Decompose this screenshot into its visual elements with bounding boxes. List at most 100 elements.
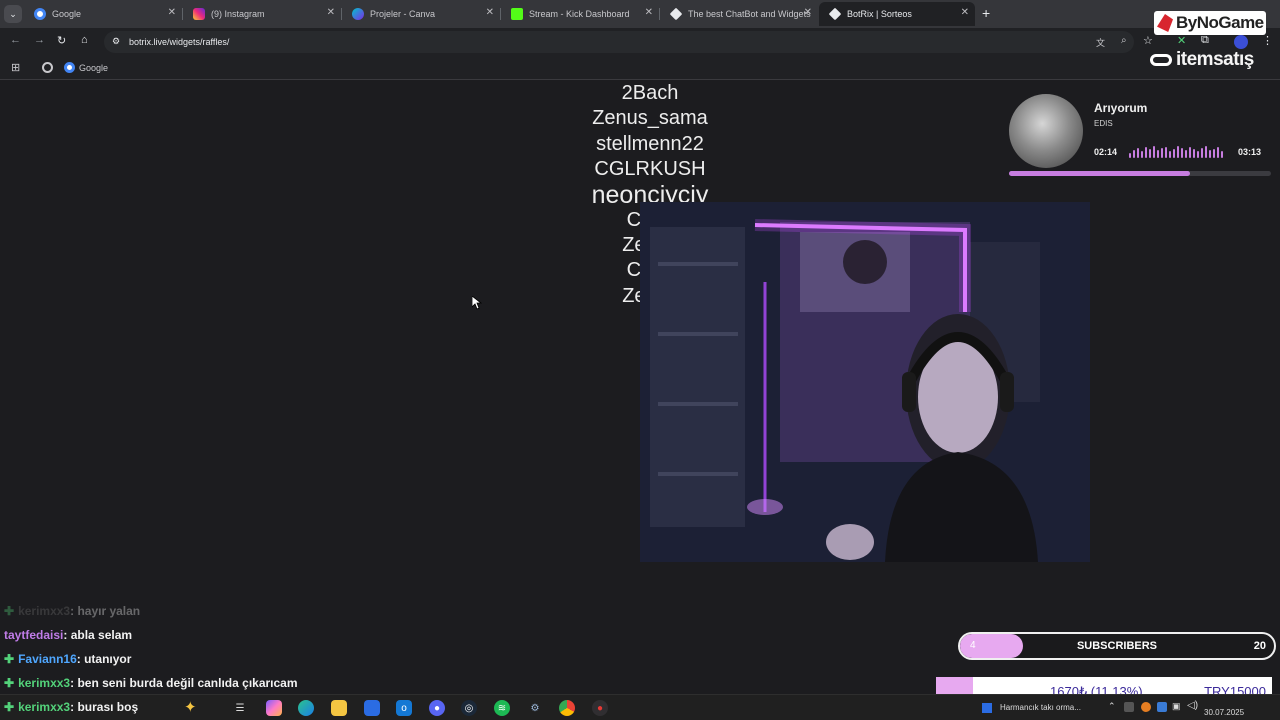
site-info-icon[interactable]: ⚙ <box>112 36 120 47</box>
song-artist: EDIS <box>1094 119 1113 128</box>
tab-title: BotRix | Sorteos <box>847 9 912 19</box>
tab-google[interactable]: Google ✕ <box>24 2 182 26</box>
bookmark-google[interactable]: Google <box>64 62 108 73</box>
tab-title: (9) Instagram <box>211 9 265 19</box>
settings-gear-icon[interactable]: ⚙ <box>527 700 543 716</box>
kick-icon <box>511 8 523 20</box>
extensions-puzzle-icon[interactable]: ⧉ <box>1201 34 1209 47</box>
waveform-bar <box>1129 153 1131 158</box>
chat-text: : ben seni burda değil canlıda çıkarıcam <box>70 676 298 690</box>
webcam-feed <box>640 202 1090 562</box>
sponsor-itemsatis-logo: itemsatış <box>1150 48 1276 72</box>
home-icon[interactable]: ⌂ <box>81 34 88 46</box>
spotify-icon[interactable]: ≋ <box>494 700 510 716</box>
waveform-bar <box>1149 149 1151 158</box>
discord-icon[interactable]: ● <box>429 700 445 716</box>
close-icon[interactable]: ✕ <box>645 7 653 18</box>
subscriber-badge-icon: ✚ <box>4 652 15 666</box>
chat-username: kerimxx3 <box>18 604 71 618</box>
extension-icon[interactable]: ✕ <box>1177 34 1186 47</box>
sponsor-bynogame-logo: ByNoGame <box>1154 11 1266 35</box>
profile-avatar[interactable] <box>1234 35 1248 49</box>
close-icon[interactable]: ✕ <box>804 7 812 18</box>
waveform-bar <box>1217 147 1219 158</box>
chat-message: ✚ Faviann16: utanıyor <box>4 652 131 666</box>
chat-message: taytfedaisi: abla selam <box>4 628 132 642</box>
address-bar[interactable]: ⚙ botrix.live/widgets/raffles/ 文 ⌕ <box>104 31 1134 53</box>
tab-kick-dashboard[interactable]: Stream - Kick Dashboard ✕ <box>501 2 659 26</box>
menu-icon[interactable]: ⋮ <box>1262 34 1273 47</box>
forward-icon[interactable]: → <box>34 34 45 46</box>
chat-message: ✚ kerimxx3: hayır yalan <box>4 604 140 618</box>
close-icon[interactable]: ✕ <box>961 7 969 18</box>
tab-botrix-sorteos[interactable]: BotRix | Sorteos ✕ <box>819 2 975 26</box>
apps-grid-icon[interactable]: ⊞ <box>11 61 20 74</box>
tab-title: The best ChatBot and Widgets <box>688 9 811 19</box>
tab-canva[interactable]: Projeler - Canva ✕ <box>342 2 500 26</box>
botrix-icon <box>669 7 683 21</box>
tray-app-icon[interactable] <box>1141 702 1151 712</box>
waveform-bar <box>1141 151 1143 158</box>
song-title: Arıyorum <box>1094 101 1148 115</box>
windows-taskbar: ✦ ☰ o ● ◎ ≋ ⚙ ● Harmancık takı orma... ⌃… <box>0 694 1280 720</box>
waveform-bar <box>1181 148 1183 158</box>
chat-username: kerimxx3 <box>18 700 71 714</box>
song-progress-track <box>1009 171 1271 176</box>
bookmark-star-icon[interactable]: ☆ <box>1143 34 1153 47</box>
waveform-bar <box>1153 146 1155 158</box>
tray-bag-icon[interactable] <box>1157 702 1167 712</box>
instagram-icon <box>193 8 205 20</box>
subscriber-badge-icon: ✚ <box>4 604 15 618</box>
now-playing-widget: Arıyorum EDIS 02:14 03:13 <box>1005 90 1275 178</box>
network-icon[interactable]: ▣ <box>1172 701 1181 712</box>
outlook-icon[interactable]: o <box>396 700 412 716</box>
clock-date[interactable]: 30.07.2025 <box>1204 708 1244 717</box>
task-view-icon[interactable]: ☰ <box>232 700 248 716</box>
tab-search-button[interactable]: ⌄ <box>4 5 22 23</box>
sponsor-name: ByNoGame <box>1176 13 1264 32</box>
new-tab-button[interactable]: + <box>982 5 990 21</box>
copilot-icon[interactable] <box>266 700 282 716</box>
waveform-bar <box>1201 148 1203 158</box>
chat-username: taytfedaisi <box>4 628 64 642</box>
tray-chevron-icon[interactable]: ⌃ <box>1108 701 1116 712</box>
waveform-bar <box>1165 147 1167 158</box>
close-icon[interactable]: ✕ <box>327 7 335 18</box>
reload-icon[interactable]: ↻ <box>57 34 66 47</box>
volume-icon[interactable]: ◁) <box>1187 700 1198 711</box>
waveform-bar <box>1185 150 1187 158</box>
chat-text: : hayır yalan <box>70 604 141 618</box>
waveform-bar <box>1145 147 1147 158</box>
bookmark-label: Google <box>79 62 109 73</box>
raffle-entry: Zenus_sama <box>592 107 708 129</box>
obs-icon[interactable]: ● <box>592 700 608 716</box>
tab-title: Google <box>52 9 82 19</box>
raffle-entry: 2Bach <box>621 82 679 104</box>
waveform-bar <box>1133 150 1135 158</box>
subscriber-badge-icon: ✚ <box>4 676 15 690</box>
subscriber-badge-icon: ✚ <box>4 700 15 714</box>
chrome-icon[interactable] <box>559 700 575 716</box>
bookmark-chrome-icon[interactable] <box>42 62 53 73</box>
close-icon[interactable]: ✕ <box>486 7 494 18</box>
tab-botrix-widgets[interactable]: The best ChatBot and Widgets ✕ <box>660 2 818 26</box>
translate-icon[interactable]: 文 <box>1096 36 1105 49</box>
waveform-bar <box>1221 151 1223 158</box>
back-icon[interactable]: ← <box>10 34 21 46</box>
copilot-sparkle-icon[interactable]: ✦ <box>184 698 197 716</box>
canva-icon <box>352 8 364 20</box>
audio-waveform <box>1129 146 1229 158</box>
zoom-icon[interactable]: ⌕ <box>1121 35 1127 46</box>
elapsed-time: 02:14 <box>1094 147 1118 157</box>
notification-text[interactable]: Harmancık takı orma... <box>1000 703 1081 712</box>
close-icon[interactable]: ✕ <box>168 7 176 18</box>
bynogame-icon <box>1157 14 1173 32</box>
edge-icon[interactable] <box>298 700 314 716</box>
waveform-bar <box>1161 148 1163 158</box>
tray-app-icon[interactable] <box>1124 702 1134 712</box>
steam-icon[interactable]: ◎ <box>461 700 477 716</box>
file-explorer-icon[interactable] <box>331 700 347 716</box>
store-icon[interactable] <box>364 700 380 716</box>
tab-instagram[interactable]: (9) Instagram ✕ <box>183 2 341 26</box>
sponsor-name: itemsatış <box>1176 49 1254 70</box>
